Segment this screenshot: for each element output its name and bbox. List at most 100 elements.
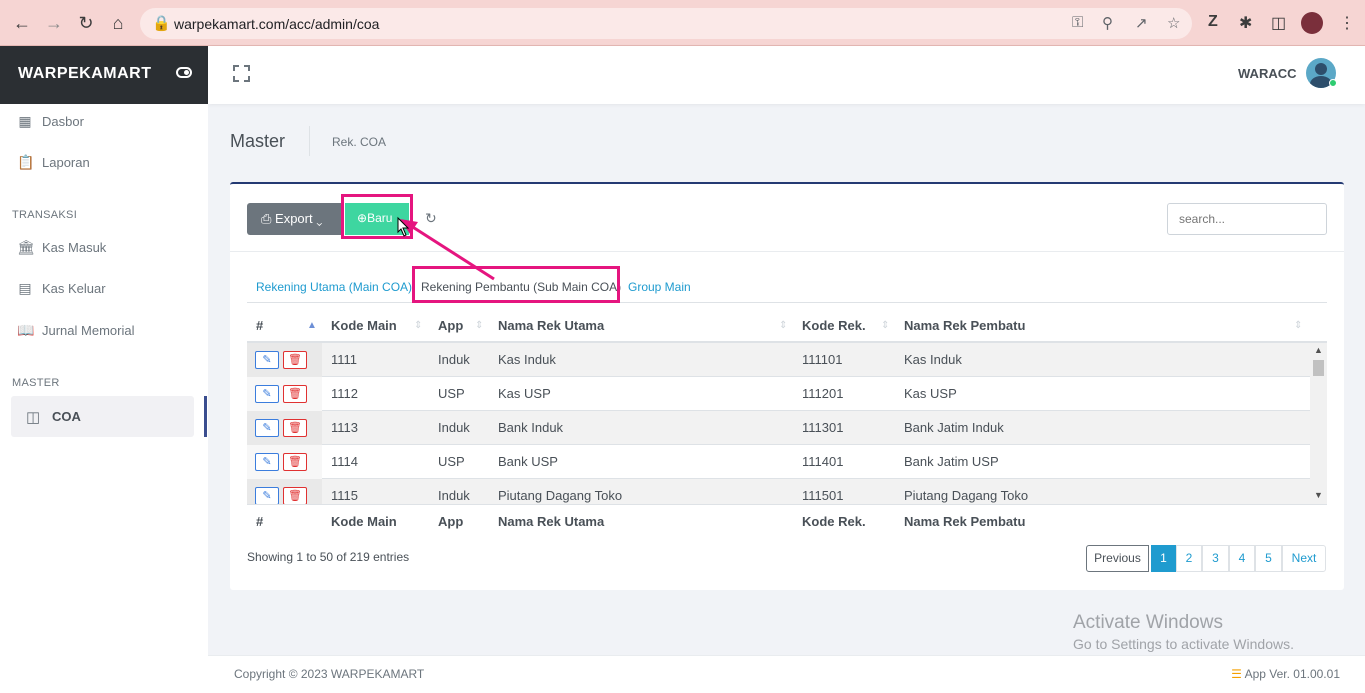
scroll-up-icon[interactable]: ▲ [1314,345,1323,355]
trash-icon[interactable]: 🗑 [283,419,307,437]
sidebar-item-label: Kas Masuk [42,240,107,255]
sidebar-item-jurnal-memorial[interactable]: 📖 Jurnal Memorial [0,313,208,349]
cell-kode-rek: 111101 [802,352,843,367]
top-header: WARACC [208,46,1365,104]
sidebar-item-kas-masuk[interactable]: 🏛 Kas Masuk [0,230,208,266]
page-button-5[interactable]: 5 [1255,545,1282,572]
sort-icon[interactable]: ⇕ [475,320,483,331]
tab-group-main[interactable]: Group Main [628,280,691,294]
cell-kode-rek: 111401 [802,454,844,469]
key-icon[interactable]: ⚿ [1072,14,1083,31]
reload-icon[interactable]: ↻ [75,12,97,34]
column-header-nama-rek-pembatu[interactable]: Nama Rek Pembatu [904,318,1025,333]
title-divider [309,126,310,156]
refresh-icon[interactable]: ↻ [425,210,437,227]
footer-header-nama-rek-pembatu: Nama Rek Pembatu [904,514,1026,529]
edit-icon[interactable]: ✎ [255,419,279,437]
version-label: App Ver. 01.00.01 [1244,667,1340,681]
extensions-icon[interactable]: ✱ [1239,13,1252,33]
tab-main-coa[interactable]: Rekening Utama (Main COA) [256,280,412,294]
search-input[interactable] [1167,203,1327,235]
sidebar-item-coa[interactable]: ◫ COA [11,396,194,437]
previous-page-button[interactable]: Previous [1086,545,1149,572]
sidebar-item-dasbor[interactable]: ▦ Dasbor [0,104,208,140]
brand-bar: WARPEKAMART [0,46,208,104]
highlight-sub-main-tab [412,266,620,303]
sidebar-item-kas-keluar[interactable]: ▤ Kas Keluar [0,271,208,307]
star-icon[interactable]: ☆ [1167,14,1180,32]
page-button-1[interactable]: 1 [1151,545,1176,572]
cell-kode-rek: 111201 [802,386,844,401]
home-icon[interactable]: ⌂ [107,12,129,34]
table-row[interactable]: ✎ 🗑 1112 USP Kas USP 111201 Kas USP [247,377,1310,411]
column-header-kode-rek[interactable]: Kode Rek. [802,318,866,333]
sidebar-item-laporan[interactable]: 📋 Laporan [0,145,208,181]
share-icon[interactable]: ↗ [1135,14,1148,32]
export-button[interactable]: ⎙ Export ⌄ [247,203,343,235]
zoom-icon[interactable]: ⚲ [1102,14,1113,32]
table-row[interactable]: ✎ 🗑 1111 Induk Kas Induk 111101 Kas Indu… [247,343,1310,377]
sort-icon[interactable]: ⇕ [414,320,422,331]
watermark-title: Activate Windows [1073,612,1223,633]
cell-nama-utama: Kas USP [498,386,551,401]
watermark-subtitle: Go to Settings to activate Windows. [1073,636,1294,652]
menu-icon[interactable]: ⋮ [1339,13,1355,33]
next-page-button[interactable]: Next [1282,545,1326,572]
fullscreen-icon[interactable] [233,65,250,82]
lock-icon: 🔒 [152,15,171,32]
edit-icon[interactable]: ✎ [255,453,279,471]
brand-logo[interactable]: WARPEKAMART [18,65,152,83]
column-header-kode-main[interactable]: Kode Main [331,318,397,333]
back-icon[interactable]: ← [11,12,33,34]
chevron-down-icon: ⌄ [316,211,323,226]
sort-icon[interactable]: ⇕ [881,320,889,331]
sidebar-item-label: Jurnal Memorial [42,323,135,338]
cell-nama-utama: Piutang Dagang Toko [498,488,623,503]
sort-icon[interactable]: ⇕ [779,320,787,331]
sort-icon[interactable]: ▲ [307,320,317,331]
edit-icon[interactable]: ✎ [255,385,279,403]
cell-kode-rek: 111501 [802,488,844,503]
sidepanel-icon[interactable]: ◫ [1271,13,1286,33]
edit-icon[interactable]: ✎ [255,351,279,369]
column-header-nama-rek-utama[interactable]: Nama Rek Utama [498,318,604,333]
sort-icon[interactable]: ⇕ [1294,320,1302,331]
column-header-number[interactable]: # [256,318,263,333]
sidebar-item-label: Kas Keluar [42,281,106,296]
trash-icon[interactable]: 🗑 [283,487,307,504]
edit-icon[interactable]: ✎ [255,487,279,504]
clipboard-icon: 📋 [17,154,35,170]
trash-icon[interactable]: 🗑 [283,351,307,369]
cash-icon: ▤ [18,280,32,296]
page-button-3[interactable]: 3 [1202,545,1229,572]
toggle-icon[interactable] [176,67,192,78]
trash-icon[interactable]: 🗑 [283,385,307,403]
active-indicator [204,396,207,437]
bank-icon: 🏛 [17,239,35,255]
column-header-app[interactable]: App [438,318,463,333]
section-heading: MASTER [12,377,60,389]
cell-nama-utama: Kas Induk [498,352,556,367]
entries-info: Showing 1 to 50 of 219 entries [247,550,410,564]
scroll-down-icon[interactable]: ▼ [1314,490,1323,500]
page-footer: Copyright © 2023 WARPEKAMART ☰ App Ver. … [208,655,1365,693]
highlight-baru-button [341,194,413,239]
scroll-thumb[interactable] [1313,360,1324,376]
footer-header-app: App [438,514,464,529]
windows-activation-watermark: Activate Windows Go to Settings to activ… [1073,612,1294,652]
footer-header-nama-rek-utama: Nama Rek Utama [498,514,605,529]
address-bar[interactable]: 🔒 warpekamart.com/acc/admin/coa ⚿ ⚲ ↗ ☆ [140,8,1192,39]
table-row[interactable]: ✎ 🗑 1115 Induk Piutang Dagang Toko 11150… [247,479,1310,504]
zotero-icon[interactable]: Z [1208,13,1218,31]
table-foot-border [247,504,1327,505]
user-name[interactable]: WARACC [1238,66,1297,81]
page-button-2[interactable]: 2 [1176,545,1202,572]
table-row[interactable]: ✎ 🗑 1114 USP Bank USP 111401 Bank Jatim … [247,445,1310,479]
trash-icon[interactable]: 🗑 [283,453,307,471]
profile-avatar[interactable] [1301,12,1323,34]
table-scrollbar[interactable]: ▲ ▼ [1310,343,1327,504]
table-row[interactable]: ✎ 🗑 1113 Induk Bank Induk 111301 Bank Ja… [247,411,1310,445]
footer-header-kode-rek: Kode Rek. [802,514,866,529]
page-button-4[interactable]: 4 [1229,545,1255,572]
forward-icon[interactable]: → [43,12,65,34]
